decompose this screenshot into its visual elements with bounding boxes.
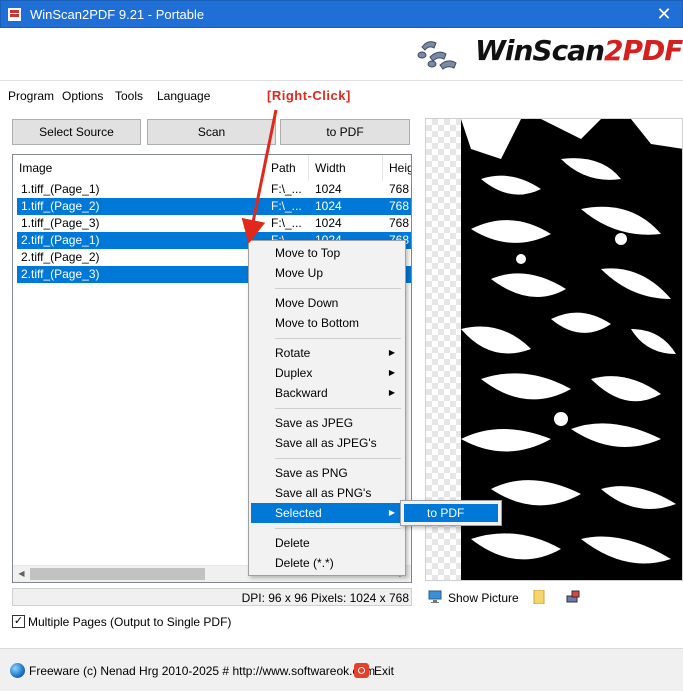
menu-separator	[275, 458, 401, 459]
list-header: Image Path Width Heig	[13, 155, 411, 181]
column-header-height[interactable]: Heig	[383, 155, 411, 181]
table-row[interactable]: 1.tiff_(Page_3) F:\_... 1024 768	[17, 215, 411, 232]
menu-options[interactable]: Options	[62, 89, 103, 103]
submenu-arrow-icon: ▶	[388, 368, 395, 377]
cell-image: 1.tiff_(Page_2)	[21, 199, 100, 213]
dpi-info: DPI: 96 x 96 Pixels: 1024 x 768	[241, 591, 409, 605]
cell-height: 768	[389, 182, 410, 196]
menu-program[interactable]: Program	[8, 89, 54, 103]
footer-bar: Freeware (c) Nenad Hrg 2010-2025 # http:…	[0, 648, 683, 691]
cell-height: 768	[389, 216, 410, 230]
cell-image: 2.tiff_(Page_2)	[21, 250, 100, 264]
menu-move-to-bottom[interactable]: Move to Bottom	[251, 313, 403, 333]
menu-rotate[interactable]: Rotate ▶	[251, 343, 403, 363]
scan-button[interactable]: Scan	[147, 119, 276, 145]
note-icon[interactable]	[532, 590, 546, 604]
menu-language[interactable]: Language	[157, 89, 210, 103]
cell-image: 2.tiff_(Page_1)	[21, 233, 100, 247]
cell-image: 1.tiff_(Page_1)	[21, 182, 100, 196]
status-bar: DPI: 96 x 96 Pixels: 1024 x 768	[12, 588, 412, 606]
app-icon	[7, 7, 22, 22]
cell-width: 1024	[315, 199, 342, 213]
column-header-width[interactable]: Width	[309, 155, 383, 181]
menu-delete[interactable]: Delete	[251, 533, 403, 553]
selected-submenu: to PDF	[400, 500, 502, 526]
multiple-pages-checkbox[interactable]: ✓	[12, 615, 25, 628]
cell-image: 2.tiff_(Page_3)	[21, 267, 100, 281]
menu-selected-label: Selected	[275, 506, 322, 520]
cell-height: 768	[389, 199, 410, 213]
to-pdf-button[interactable]: to PDF	[280, 119, 410, 145]
submenu-to-pdf[interactable]: to PDF	[404, 504, 498, 522]
menu-save-all-as-jpegs[interactable]: Save all as JPEG's	[251, 433, 403, 453]
app-logo-text: WinScan2PDF	[475, 34, 683, 67]
cell-width: 1024	[315, 182, 342, 196]
cell-path: F:\_...	[271, 199, 302, 213]
menu-tools[interactable]: Tools	[115, 89, 143, 103]
cell-image: 1.tiff_(Page_3)	[21, 216, 100, 230]
window-title: WinScan2PDF 9.21 - Portable	[30, 7, 205, 22]
menu-save-as-png[interactable]: Save as PNG	[251, 463, 403, 483]
menu-duplex[interactable]: Duplex ▶	[251, 363, 403, 383]
show-picture-label[interactable]: Show Picture	[448, 591, 519, 605]
submenu-arrow-icon: ▶	[388, 388, 395, 397]
table-row[interactable]: 1.tiff_(Page_2) F:\_... 1024 768	[17, 198, 411, 215]
menu-duplex-label: Duplex	[275, 366, 313, 380]
cell-path: F:\_...	[271, 182, 302, 196]
submenu-arrow-icon: ▶	[388, 348, 395, 357]
cell-width: 1024	[315, 216, 342, 230]
menu-separator	[275, 408, 401, 409]
menu-rotate-label: Rotate	[275, 346, 311, 360]
menu-separator	[275, 288, 401, 289]
menu-move-down[interactable]: Move Down	[251, 293, 403, 313]
exit-button[interactable]: Exit	[374, 664, 394, 678]
menu-save-all-as-pngs[interactable]: Save all as PNG's	[251, 483, 403, 503]
select-source-button[interactable]: Select Source	[12, 119, 141, 145]
menu-save-as-jpeg[interactable]: Save as JPEG	[251, 413, 403, 433]
menu-move-up[interactable]: Move Up	[251, 263, 403, 283]
scanner-logo-icon	[417, 41, 457, 70]
submenu-arrow-icon: ▶	[388, 508, 395, 517]
menu-separator	[275, 338, 401, 339]
column-header-path[interactable]: Path	[265, 155, 309, 181]
menu-delete-all[interactable]: Delete (*.*)	[251, 553, 403, 573]
column-header-image[interactable]: Image	[13, 155, 265, 181]
scrollbar-thumb[interactable]	[30, 568, 205, 580]
close-icon[interactable]: ✕	[654, 4, 674, 24]
menu-move-to-top[interactable]: Move to Top	[251, 243, 403, 263]
menu-backward[interactable]: Backward ▶	[251, 383, 403, 403]
menu-selected[interactable]: Selected ▶	[251, 503, 403, 523]
monitor-icon[interactable]	[428, 590, 442, 604]
menu-backward-label: Backward	[275, 386, 328, 400]
globe-icon[interactable]	[10, 663, 25, 678]
preview-toolbar: Show Picture	[428, 588, 683, 608]
exit-icon[interactable]	[354, 663, 369, 678]
multiple-pages-label[interactable]: Multiple Pages (Output to Single PDF)	[28, 615, 231, 629]
menu-separator	[275, 528, 401, 529]
logo-banner: WinScan2PDF	[0, 28, 683, 78]
context-menu: Move to Top Move Up Move Down Move to Bo…	[248, 240, 406, 576]
cell-path: F:\_...	[271, 216, 302, 230]
scanner-settings-icon[interactable]	[566, 590, 580, 604]
right-click-annotation: [Right-Click]	[267, 88, 351, 103]
title-bar: WinScan2PDF 9.21 - Portable ✕	[0, 0, 683, 28]
copyright-link[interactable]: Freeware (c) Nenad Hrg 2010-2025 # http:…	[29, 664, 375, 678]
table-row[interactable]: 1.tiff_(Page_1) F:\_... 1024 768	[17, 181, 411, 198]
scroll-left-icon[interactable]: ◀	[13, 566, 30, 582]
